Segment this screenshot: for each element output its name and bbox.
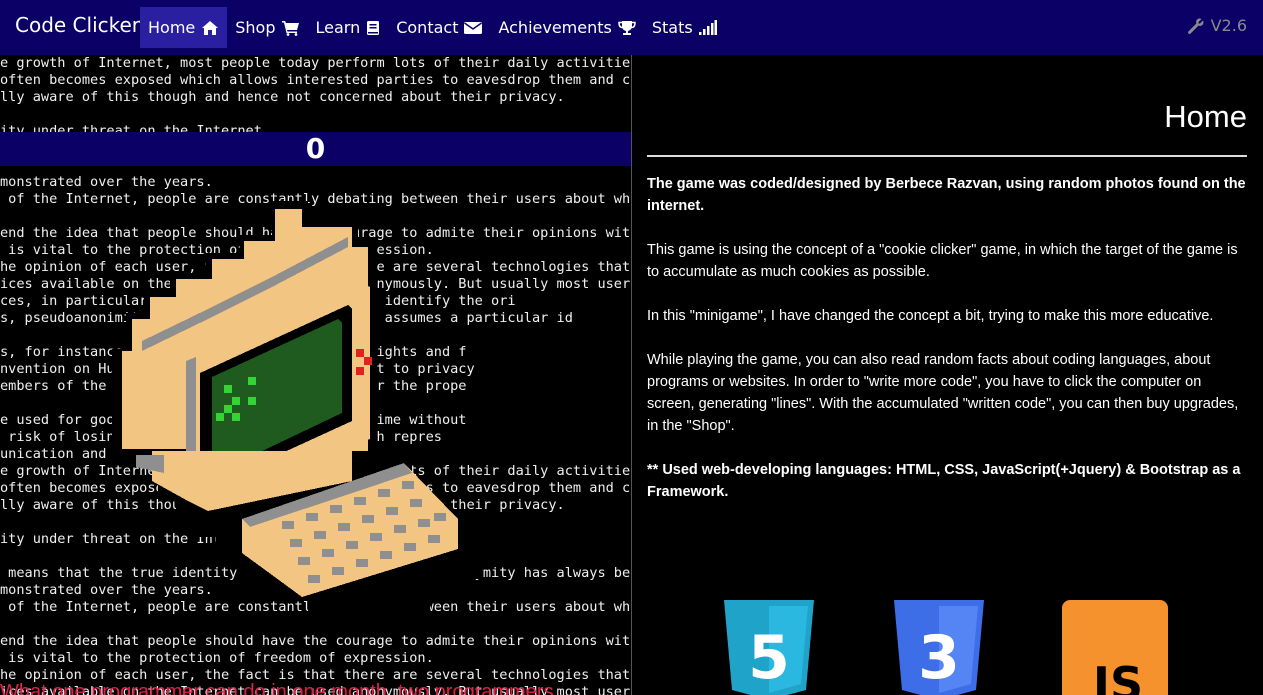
home-icon [202, 20, 219, 35]
envelope-icon [464, 21, 483, 34]
js-logo-text: JS [1090, 657, 1143, 695]
css3-logo-text: 3 [918, 623, 960, 693]
nav-item-label: Learn [315, 18, 361, 37]
nav-menu: Home Shop Learn Contact Achievements Sta… [140, 7, 725, 48]
nav-item-contact[interactable]: Contact [388, 7, 490, 48]
nav-item-label: Contact [396, 18, 459, 37]
code-line: lly aware of this though and hence not c… [0, 89, 565, 105]
code-line: is vital to the protection of freedom of… [0, 650, 434, 666]
home-panel: Home The game was coded/designed by Berb… [632, 55, 1263, 695]
brand-title[interactable]: Code Clicker [15, 13, 140, 37]
nav-item-learn[interactable]: Learn [308, 7, 389, 48]
trophy-icon [618, 20, 636, 35]
intro-paragraph: The game was coded/designed by Berbece R… [647, 176, 1246, 214]
js-logo: JS [1062, 600, 1168, 695]
html5-logo-text: 5 [748, 623, 790, 693]
book-icon [367, 20, 380, 35]
lines-counter: 0 [305, 132, 326, 165]
nav-item-label: Shop [235, 18, 276, 37]
minigame-paragraph: In this "minigame", I have changed the c… [647, 308, 1214, 324]
languages-paragraph: ** Used web-developing languages: HTML, … [647, 462, 1241, 500]
version-label: V2.6 [1187, 16, 1247, 35]
nav-item-label: Stats [651, 18, 693, 37]
page-title: Home [1164, 99, 1247, 134]
css3-logo: 3 [894, 600, 984, 695]
title-divider [647, 155, 1247, 157]
navbar: Code Clicker Home Shop Learn Contact Ach… [0, 0, 1263, 55]
gameplay-paragraph: While playing the game, you can also rea… [647, 352, 1239, 434]
nav-item-stats[interactable]: Stats [644, 7, 725, 48]
nav-item-achievements[interactable]: Achievements [490, 7, 643, 48]
nav-item-home[interactable]: Home [140, 7, 228, 48]
code-line: often becomes exposed which allows inter… [0, 72, 631, 88]
html5-logo: 5 [724, 600, 814, 695]
nav-item-shop[interactable]: Shop [227, 7, 307, 48]
code-line: end the idea that people should have the… [0, 633, 631, 649]
version-text: V2.6 [1210, 16, 1247, 35]
signal-icon [698, 19, 717, 35]
game-panel: e growth of Internet, most people today … [0, 55, 631, 695]
computer-click-target[interactable] [112, 201, 482, 617]
nav-item-label: Home [148, 18, 196, 37]
cart-icon [281, 20, 299, 36]
code-line: monstrated over the years. [0, 174, 213, 190]
fact-overlay-text: What one programmer can do in one month,… [0, 681, 554, 695]
concept-paragraph: This game is using the concept of a "coo… [647, 242, 1238, 280]
code-line: e growth of Internet, most people today … [0, 55, 631, 71]
nav-item-label: Achievements [498, 18, 612, 37]
wrench-icon [1187, 18, 1204, 34]
